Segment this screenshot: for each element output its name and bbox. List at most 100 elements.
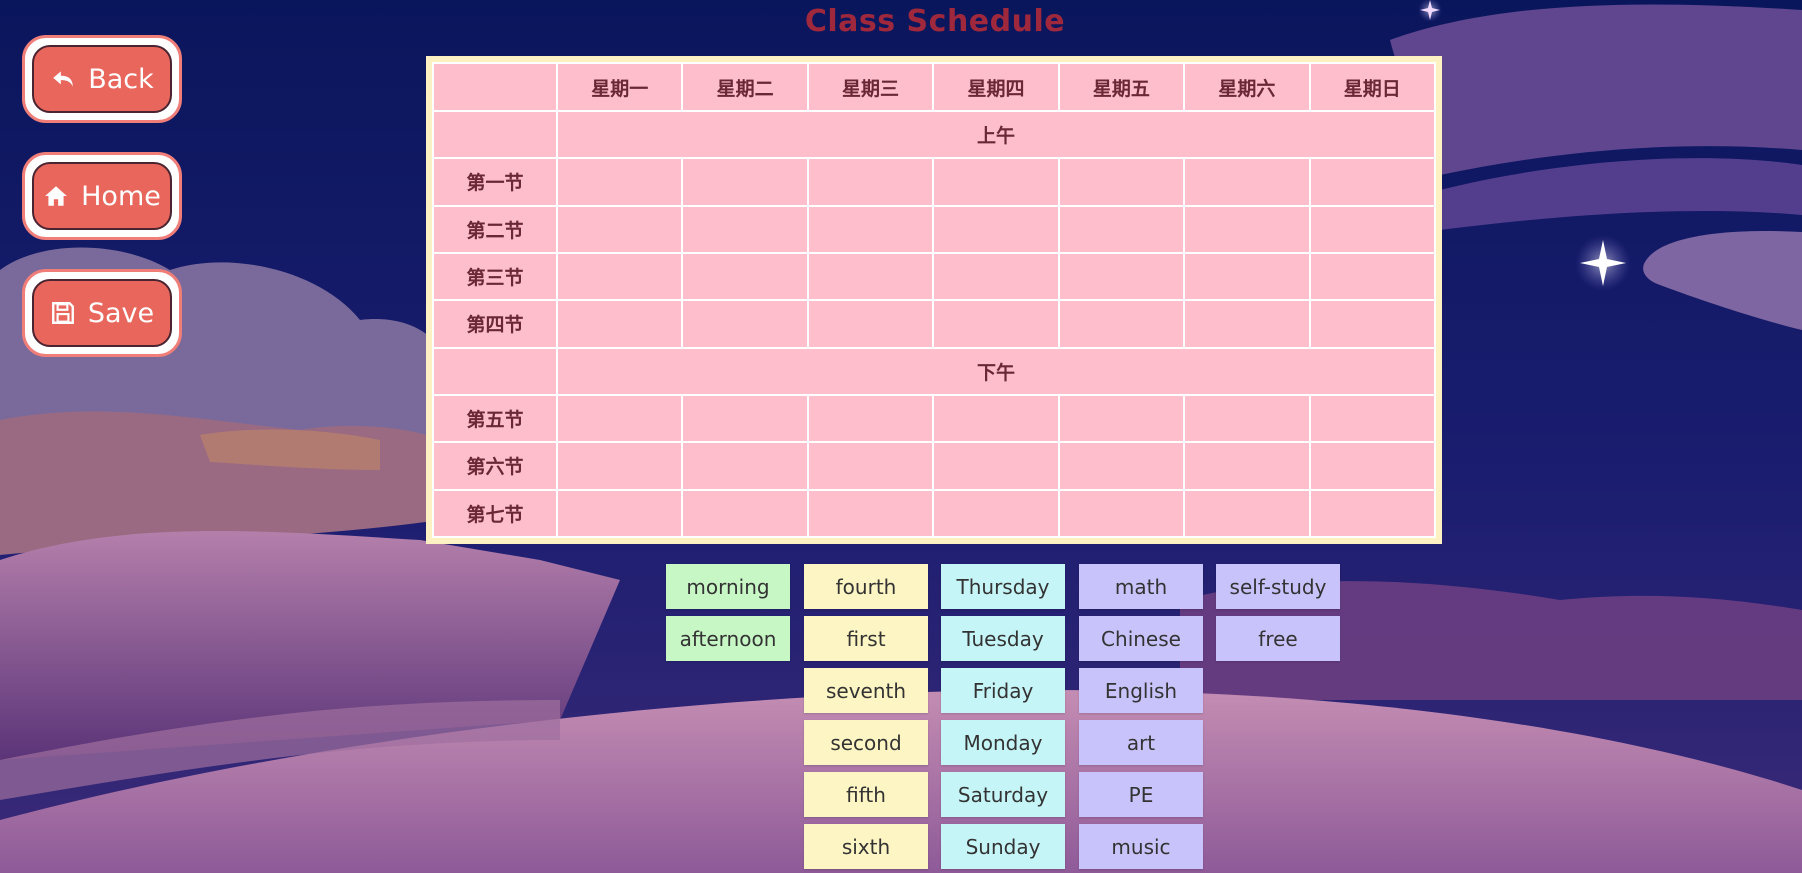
schedule-slot[interactable] xyxy=(1183,488,1311,539)
afternoon-section-row: 下午 xyxy=(432,346,1436,396)
back-button[interactable]: Back xyxy=(22,35,182,123)
schedule-slot[interactable] xyxy=(932,488,1060,539)
schedule-slot[interactable] xyxy=(806,488,935,539)
home-button[interactable]: Home xyxy=(22,152,182,240)
schedule-slot[interactable] xyxy=(1057,488,1186,539)
period-label: 第二节 xyxy=(432,204,558,254)
word-chip-monday[interactable]: Monday xyxy=(941,720,1065,765)
schedule-slot[interactable] xyxy=(681,488,809,539)
schedule-slot[interactable] xyxy=(681,393,809,444)
schedule-slot[interactable] xyxy=(932,441,1060,491)
schedule-slot[interactable] xyxy=(555,393,684,444)
schedule-slot[interactable] xyxy=(1183,299,1311,349)
word-chip-math[interactable]: math xyxy=(1079,564,1203,609)
schedule-slot[interactable] xyxy=(1057,441,1186,491)
schedule-slot[interactable] xyxy=(1308,299,1437,349)
period-label: 第三节 xyxy=(432,251,558,302)
schedule-slot[interactable] xyxy=(555,299,684,349)
schedule-slot[interactable] xyxy=(806,441,935,491)
home-label: Home xyxy=(81,180,161,212)
schedule-slot[interactable] xyxy=(1057,251,1186,302)
period-row: 第六节 xyxy=(432,441,1437,491)
save-button-face[interactable]: Save xyxy=(32,279,172,347)
schedule-slot[interactable] xyxy=(555,204,684,254)
period-label: 第五节 xyxy=(432,393,558,444)
period-row: 第四节 xyxy=(432,299,1437,349)
undo-arrow-icon xyxy=(53,71,73,87)
day-header: 星期六 xyxy=(1183,62,1311,112)
schedule-slot[interactable] xyxy=(1057,299,1186,349)
schedule-slot[interactable] xyxy=(681,441,809,491)
schedule-slot[interactable] xyxy=(932,157,1060,207)
word-chip-sixth[interactable]: sixth xyxy=(804,824,928,869)
back-button-face[interactable]: Back xyxy=(32,45,172,113)
schedule-slot[interactable] xyxy=(681,251,809,302)
word-chip-fourth[interactable]: fourth xyxy=(804,564,928,609)
schedule-slot[interactable] xyxy=(1183,393,1311,444)
word-chip-chinese[interactable]: Chinese xyxy=(1079,616,1203,661)
word-chip-self-study[interactable]: self-study xyxy=(1216,564,1340,609)
back-label: Back xyxy=(88,63,154,95)
schedule-slot[interactable] xyxy=(1308,393,1437,444)
schedule-slot[interactable] xyxy=(1308,157,1437,207)
schedule-slot[interactable] xyxy=(681,204,809,254)
schedule-slot[interactable] xyxy=(1057,204,1186,254)
schedule-slot[interactable] xyxy=(806,299,935,349)
schedule-slot[interactable] xyxy=(1308,441,1437,491)
schedule-slot[interactable] xyxy=(932,393,1060,444)
schedule-slot[interactable] xyxy=(1308,204,1437,254)
schedule-slot[interactable] xyxy=(806,393,935,444)
day-header: 星期一 xyxy=(555,62,684,112)
corner-cell xyxy=(432,62,558,112)
word-chip-seventh[interactable]: seventh xyxy=(804,668,928,713)
schedule-slot[interactable] xyxy=(932,299,1060,349)
schedule-slot[interactable] xyxy=(1183,441,1311,491)
section-spacer xyxy=(432,346,558,396)
word-chip-fifth[interactable]: fifth xyxy=(804,772,928,817)
word-chip-english[interactable]: English xyxy=(1079,668,1203,713)
schedule-slot[interactable] xyxy=(1183,157,1311,207)
schedule-slot[interactable] xyxy=(806,251,935,302)
schedule-slot[interactable] xyxy=(681,299,809,349)
schedule-slot[interactable] xyxy=(1308,488,1437,539)
section-spacer xyxy=(432,109,558,160)
schedule-slot[interactable] xyxy=(1057,393,1186,444)
schedule-slot[interactable] xyxy=(555,157,684,207)
schedule-slot[interactable] xyxy=(806,204,935,254)
schedule-slot[interactable] xyxy=(1183,204,1311,254)
schedule-slot[interactable] xyxy=(555,488,684,539)
day-header: 星期三 xyxy=(806,62,935,112)
word-chip-thursday[interactable]: Thursday xyxy=(941,564,1065,609)
word-chip-pe[interactable]: PE xyxy=(1079,772,1203,817)
word-chip-second[interactable]: second xyxy=(804,720,928,765)
schedule-table: 星期一 星期二 星期三 星期四 星期五 星期六 星期日 上午 第一节 第二节 第… xyxy=(432,62,1437,539)
schedule-slot[interactable] xyxy=(1308,251,1437,302)
period-row: 第二节 xyxy=(432,204,1437,254)
schedule-slot[interactable] xyxy=(555,441,684,491)
schedule-slot[interactable] xyxy=(555,251,684,302)
schedule-slot[interactable] xyxy=(681,157,809,207)
schedule-slot[interactable] xyxy=(932,204,1060,254)
word-chip-sunday[interactable]: Sunday xyxy=(941,824,1065,869)
afternoon-section-label: 下午 xyxy=(556,346,1436,396)
word-chip-morning[interactable]: morning xyxy=(666,564,790,609)
period-row: 第一节 xyxy=(432,157,1437,207)
schedule-slot[interactable] xyxy=(1183,251,1311,302)
schedule-slot[interactable] xyxy=(932,251,1060,302)
period-label: 第四节 xyxy=(432,299,558,349)
word-chip-free[interactable]: free xyxy=(1216,616,1340,661)
schedule-slot[interactable] xyxy=(1057,157,1186,207)
word-chip-first[interactable]: first xyxy=(804,616,928,661)
period-row: 第五节 xyxy=(432,393,1437,444)
word-chip-afternoon[interactable]: afternoon xyxy=(666,616,790,661)
word-chip-saturday[interactable]: Saturday xyxy=(941,772,1065,817)
save-button[interactable]: Save xyxy=(22,269,182,357)
word-chip-art[interactable]: art xyxy=(1079,720,1203,765)
word-chip-friday[interactable]: Friday xyxy=(941,668,1065,713)
morning-section-label: 上午 xyxy=(556,109,1436,160)
home-button-face[interactable]: Home xyxy=(32,162,172,230)
schedule-header-row: 星期一 星期二 星期三 星期四 星期五 星期六 星期日 xyxy=(432,62,1437,112)
word-chip-music[interactable]: music xyxy=(1079,824,1203,869)
schedule-slot[interactable] xyxy=(806,157,935,207)
word-chip-tuesday[interactable]: Tuesday xyxy=(941,616,1065,661)
